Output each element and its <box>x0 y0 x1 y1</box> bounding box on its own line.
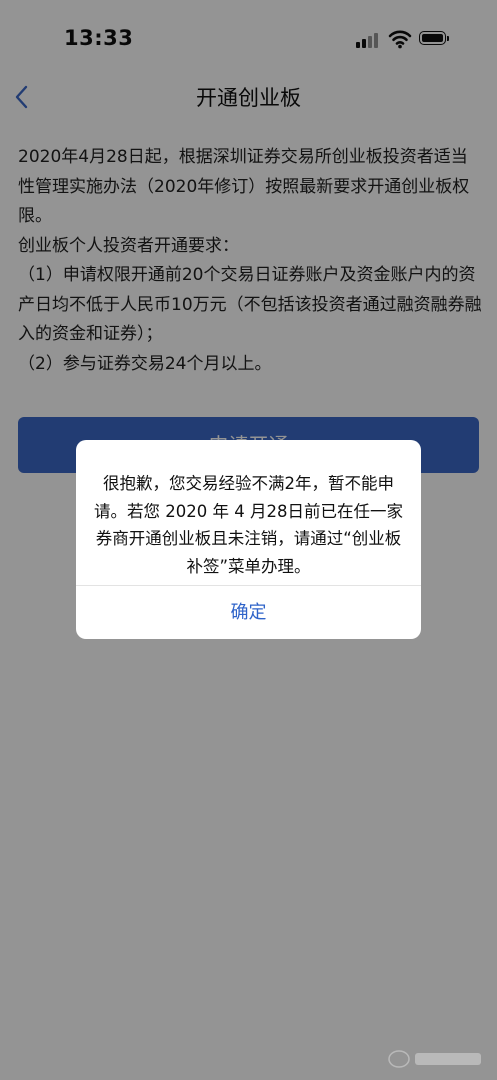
app-screen: 13:33 开通创业板 2020年4月28日起，根据深圳证券交易所创业板投资者适… <box>0 0 497 1080</box>
dialog-message: 很抱歉，您交易经验不满2年，暂不能申请。若您 2020 年 4 月28日前已在任… <box>94 474 403 576</box>
alert-dialog: 很抱歉，您交易经验不满2年，暂不能申请。若您 2020 年 4 月28日前已在任… <box>76 440 421 639</box>
confirm-button[interactable]: 确定 <box>76 586 421 639</box>
watermark-logo <box>388 1050 481 1068</box>
